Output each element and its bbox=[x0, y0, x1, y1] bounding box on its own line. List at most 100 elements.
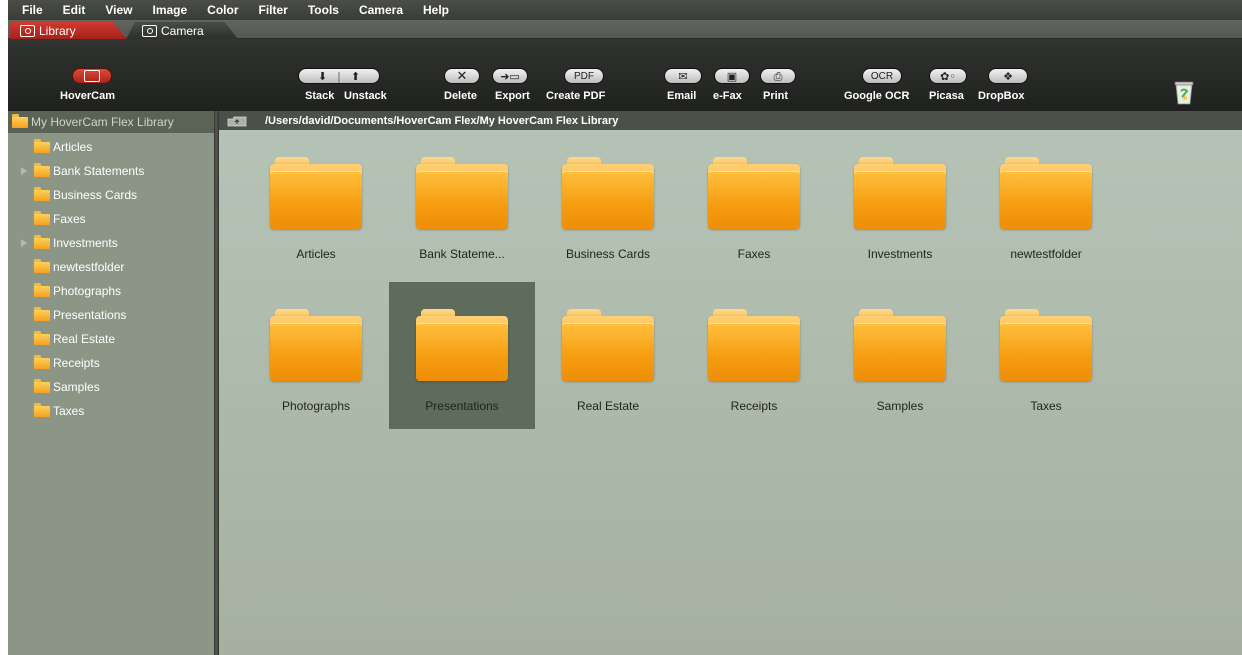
folder-tile[interactable]: newtestfolder bbox=[973, 130, 1119, 277]
camera-icon bbox=[142, 24, 157, 37]
folder-tile[interactable]: Taxes bbox=[973, 282, 1119, 429]
menu-item-file[interactable]: File bbox=[22, 0, 43, 20]
dropbox-button[interactable]: ❖ bbox=[988, 68, 1028, 84]
folder-icon bbox=[34, 282, 50, 297]
delete-label: Delete bbox=[444, 90, 478, 102]
folder-up-icon[interactable] bbox=[227, 115, 247, 127]
toolbar: HoverCam ⬇ | ⬆ Stack Unstack ✕ Delete ➜▭… bbox=[8, 39, 1242, 111]
export-icon: ➜▭ bbox=[500, 69, 520, 83]
folder-tile[interactable]: Business Cards bbox=[535, 130, 681, 277]
print-label: Print bbox=[763, 90, 789, 102]
ocr-icon: OCR bbox=[870, 70, 894, 82]
menu-item-tools[interactable]: Tools bbox=[308, 0, 339, 20]
folder-label: Investments bbox=[867, 247, 933, 261]
sidebar-item[interactable]: newtestfolder bbox=[8, 255, 214, 279]
folder-icon bbox=[854, 157, 946, 229]
create-pdf-label: Create PDF bbox=[546, 90, 606, 102]
sidebar-item[interactable]: Business Cards bbox=[8, 183, 214, 207]
expand-arrow-icon[interactable] bbox=[21, 167, 27, 175]
sidebar-item[interactable]: Investments bbox=[8, 231, 214, 255]
sidebar-item-label: Articles bbox=[53, 140, 93, 154]
google-ocr-label: Google OCR bbox=[844, 90, 910, 102]
folder-tile[interactable]: Photographs bbox=[243, 282, 389, 429]
folder-icon bbox=[34, 354, 50, 369]
tab-library[interactable]: Library bbox=[10, 22, 127, 39]
menu-item-color[interactable]: Color bbox=[207, 0, 238, 20]
export-button[interactable]: ➜▭ bbox=[492, 68, 528, 84]
menu-item-filter[interactable]: Filter bbox=[259, 0, 288, 20]
app-window: File Edit View Image Color Filter Tools Camera H… bbox=[8, 0, 1242, 655]
sidebar-item[interactable]: Receipts bbox=[8, 351, 214, 375]
unstack-label: Unstack bbox=[344, 90, 387, 102]
menu-item-image[interactable]: Image bbox=[152, 0, 187, 20]
folder-tile[interactable]: Samples bbox=[827, 282, 973, 429]
tab-camera[interactable]: Camera bbox=[126, 22, 238, 39]
folder-icon bbox=[708, 157, 800, 229]
menu-item-camera[interactable]: Camera bbox=[359, 0, 403, 20]
envelope-icon: ✉ bbox=[678, 69, 688, 83]
google-ocr-button[interactable]: OCR bbox=[862, 68, 902, 84]
folder-icon bbox=[562, 157, 654, 229]
create-pdf-button[interactable]: PDF bbox=[564, 68, 604, 84]
stack-icon[interactable]: ⬇ bbox=[318, 71, 327, 82]
print-button[interactable]: ⎙ bbox=[760, 68, 796, 84]
hovercam-button[interactable] bbox=[72, 68, 112, 84]
menu-item-view[interactable]: View bbox=[105, 0, 132, 20]
menu-item-help[interactable]: Help bbox=[423, 0, 449, 20]
tab-camera-label: Camera bbox=[161, 23, 204, 38]
folder-tile[interactable]: Articles bbox=[243, 130, 389, 277]
sidebar-item-label: Receipts bbox=[53, 356, 100, 370]
sidebar-item[interactable]: Faxes bbox=[8, 207, 214, 231]
unstack-icon[interactable]: ⬆ bbox=[351, 71, 360, 82]
library-sidebar: My HoverCam Flex Library Articles Bank St… bbox=[8, 111, 214, 655]
library-icon bbox=[20, 24, 35, 37]
sidebar-tree: Articles Bank Statements Business Cards Fax… bbox=[8, 135, 214, 423]
folder-tile[interactable]: Presentations bbox=[389, 282, 535, 429]
dropbox-label: DropBox bbox=[978, 90, 1025, 102]
email-button[interactable]: ✉ bbox=[664, 68, 702, 84]
folder-icon bbox=[562, 309, 654, 381]
folder-tile[interactable]: Faxes bbox=[681, 130, 827, 277]
path-bar: /Users/david/Documents/HoverCam Flex/My … bbox=[219, 111, 1242, 130]
folder-icon bbox=[34, 186, 50, 201]
sidebar-item[interactable]: Articles bbox=[8, 135, 214, 159]
expand-arrow-icon[interactable] bbox=[21, 239, 27, 247]
folder-icon bbox=[270, 309, 362, 381]
sidebar-item-label: Business Cards bbox=[53, 188, 138, 202]
folder-icon bbox=[34, 162, 50, 177]
folder-label: Articles bbox=[296, 247, 336, 261]
printer-icon: ⎙ bbox=[773, 69, 783, 83]
sidebar-item[interactable]: Samples bbox=[8, 375, 214, 399]
folder-grid: Articles Bank Stateme... Business Cards Fax… bbox=[219, 130, 1242, 655]
hovercam-label: HoverCam bbox=[60, 90, 116, 102]
trash-icon[interactable] bbox=[1173, 79, 1195, 105]
efax-button[interactable]: ▣ bbox=[714, 68, 750, 84]
folder-tile[interactable]: Real Estate bbox=[535, 282, 681, 429]
sidebar-item-label: Samples bbox=[53, 380, 100, 394]
sidebar-item[interactable]: Photographs bbox=[8, 279, 214, 303]
delete-button[interactable]: ✕ bbox=[444, 68, 480, 84]
sidebar-root-item[interactable]: My HoverCam Flex Library bbox=[8, 111, 214, 133]
folder-tile[interactable]: Investments bbox=[827, 130, 973, 277]
sidebar-item-label: Taxes bbox=[53, 404, 85, 418]
folder-icon bbox=[708, 309, 800, 381]
folder-icon bbox=[34, 234, 50, 249]
sidebar-root-label: My HoverCam Flex Library bbox=[31, 115, 174, 129]
picasa-button[interactable]: ✿◦ bbox=[929, 68, 967, 84]
sidebar-item[interactable]: Presentations bbox=[8, 303, 214, 327]
folder-icon bbox=[416, 157, 508, 229]
dropbox-icon: ❖ bbox=[1003, 69, 1013, 83]
menu-bar: File Edit View Image Color Filter Tools Camera H… bbox=[8, 0, 1242, 20]
efax-label: e-Fax bbox=[713, 90, 742, 102]
pdf-icon: PDF bbox=[574, 70, 594, 82]
folder-tile[interactable]: Receipts bbox=[681, 282, 827, 429]
menu-item-edit[interactable]: Edit bbox=[63, 0, 86, 20]
folder-tile[interactable]: Bank Stateme... bbox=[389, 130, 535, 277]
sidebar-item[interactable]: Bank Statements bbox=[8, 159, 214, 183]
folder-label: Receipts bbox=[730, 399, 778, 413]
sidebar-item[interactable]: Taxes bbox=[8, 399, 214, 423]
folder-label: Samples bbox=[876, 399, 924, 413]
sidebar-item[interactable]: Real Estate bbox=[8, 327, 214, 351]
fax-icon: ▣ bbox=[726, 69, 738, 83]
folder-icon bbox=[34, 210, 50, 225]
